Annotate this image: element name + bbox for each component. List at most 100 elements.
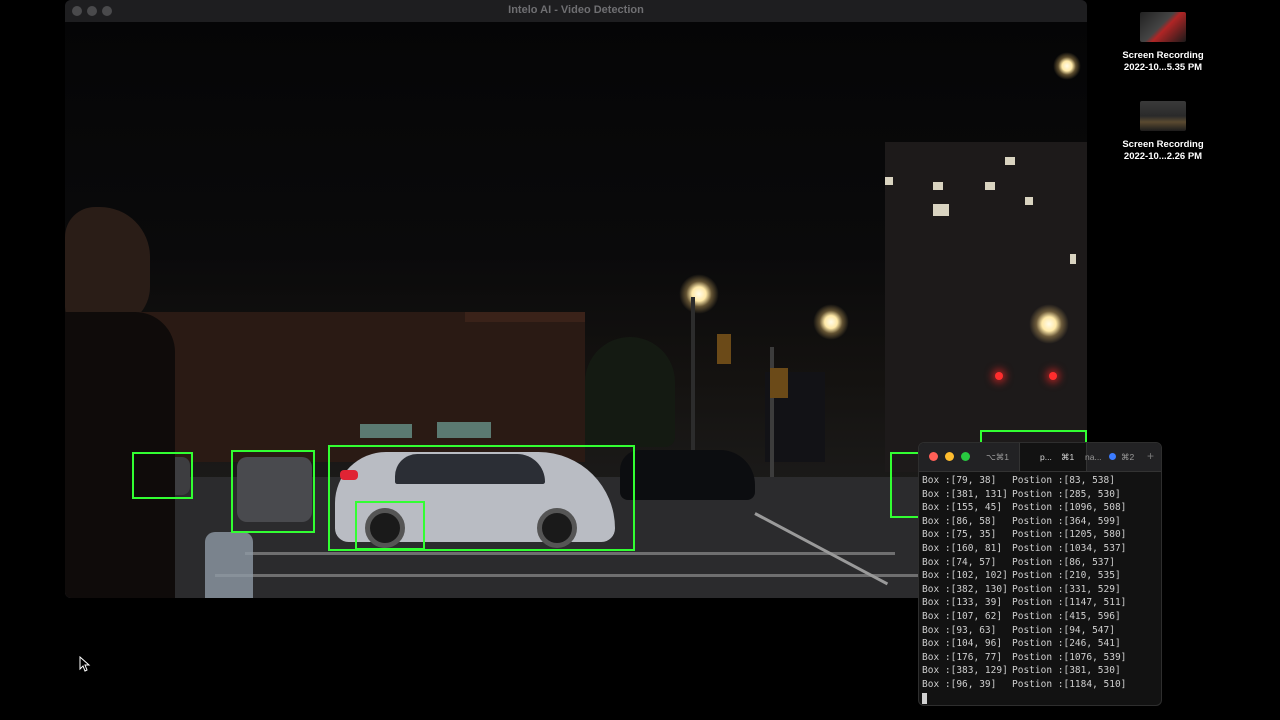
tab-activity-dot-icon — [1109, 453, 1116, 460]
position-value: Postion :[246, 541] — [1012, 638, 1121, 650]
desktop-file-screen-recording-2[interactable]: Screen Recording 2022-10...2.26 PM — [1113, 101, 1213, 163]
tab-shortcut: ⌘1 — [1061, 452, 1075, 462]
position-value: Postion :[83, 538] — [1012, 475, 1115, 486]
building-left-roof — [465, 312, 585, 322]
street-lamp — [813, 304, 849, 340]
box-value: Box :[107, 62] — [922, 610, 1003, 622]
box-value: Box :[96, 39] — [922, 678, 997, 690]
terminal-line: Box :[133, 39] Postion :[1147, 511] — [922, 596, 1126, 610]
terminal-cursor — [922, 692, 1126, 706]
terminal-line: Box :[75, 35] Postion :[1205, 580] — [922, 528, 1126, 542]
terminal-zoom-button[interactable] — [961, 452, 970, 461]
terminal-line: Box :[381, 131] Postion :[285, 530] — [922, 488, 1126, 502]
lit-window — [1005, 157, 1015, 165]
detection-box — [355, 501, 425, 550]
window-titlebar: Intelo AI - Video Detection — [65, 0, 1087, 23]
position-value: Postion :[364, 599] — [1012, 515, 1121, 527]
position-value: Postion :[1076, 539] — [1012, 651, 1127, 663]
traffic-light — [770, 368, 788, 398]
tab-shortcut: ⌥⌘1 — [986, 452, 1010, 462]
terminal-line: Box :[176, 77] Postion :[1076, 539] — [922, 651, 1126, 665]
terminal-line: Box :[93, 63] Postion :[94, 547] — [922, 624, 1126, 638]
position-value: Postion :[331, 529] — [1012, 583, 1121, 595]
tab-shortcut: ⌘2 — [1121, 452, 1135, 462]
terminal-line: Box :[160, 81] Postion :[1034, 537] — [922, 542, 1126, 556]
file-name-line1: Screen Recording — [1122, 50, 1204, 61]
tab-label: na... — [1085, 452, 1102, 462]
moon — [1053, 52, 1081, 80]
red-traffic-signal — [1049, 372, 1057, 380]
box-value: Box :[382, 130] — [922, 583, 1008, 595]
lamp-pole — [691, 297, 695, 457]
box-value: Box :[79, 38] — [922, 475, 997, 486]
crosswalk-line — [215, 574, 935, 577]
terminal-line: Box :[79, 38] Postion :[83, 538] — [922, 474, 1126, 488]
detection-box — [980, 430, 1087, 442]
terminal-line: Box :[155, 45] Postion :[1096, 508] — [922, 501, 1126, 515]
cursor-block — [922, 692, 927, 704]
street-lamp — [679, 274, 719, 314]
terminal-tab-2[interactable]: na... ⌘2 — [1085, 443, 1145, 471]
file-name-line2: 2022-10...5.35 PM — [1123, 62, 1203, 73]
terminal-close-button[interactable] — [929, 452, 938, 461]
lit-window — [933, 204, 949, 216]
detection-box — [231, 450, 315, 533]
box-value: Box :[381, 131] — [922, 488, 1008, 500]
crosswalk-line — [245, 552, 895, 555]
person-head — [65, 207, 150, 327]
terminal-output: Box :[79, 38] Postion :[83, 538] Box :[381… — [922, 474, 1126, 705]
tree — [585, 337, 675, 447]
dark-suv — [620, 450, 755, 500]
position-value: Postion :[86, 537] — [1012, 556, 1115, 568]
position-value: Postion :[1205, 580] — [1012, 529, 1127, 541]
position-value: Postion :[210, 535] — [1012, 570, 1121, 582]
traffic-light — [717, 334, 731, 364]
red-traffic-signal — [995, 372, 1003, 380]
box-value: Box :[74, 57] — [922, 556, 997, 568]
water-bottle — [205, 532, 253, 598]
box-value: Box :[383, 129] — [922, 665, 1008, 677]
position-value: Postion :[1184, 510] — [1012, 678, 1127, 690]
building-left — [125, 312, 585, 462]
position-value: Postion :[285, 530] — [1012, 488, 1121, 500]
terminal-minimize-button[interactable] — [945, 452, 954, 461]
terminal-tab-bar: ⌥⌘1 p... ⌘1 na... ⌘2 + — [919, 443, 1161, 472]
detection-box — [132, 452, 193, 499]
lit-window — [1070, 254, 1076, 264]
terminal-tab-active[interactable]: p... ⌘1 — [1019, 443, 1087, 471]
street-lamp — [1029, 304, 1069, 344]
lit-window — [985, 182, 995, 190]
position-value: Postion :[1034, 537] — [1012, 542, 1127, 554]
terminal-window: ⌥⌘1 p... ⌘1 na... ⌘2 + Box :[79, 38] Post… — [918, 442, 1162, 706]
lit-window — [360, 424, 412, 438]
terminal-line: Box :[104, 96] Postion :[246, 541] — [922, 637, 1126, 651]
terminal-line: Box :[96, 39] Postion :[1184, 510] — [922, 678, 1126, 692]
new-tab-button[interactable]: + — [1147, 449, 1154, 463]
window-title: Intelo AI - Video Detection — [508, 4, 644, 16]
video-thumbnail-icon — [1140, 101, 1186, 131]
box-value: Box :[176, 77] — [922, 651, 1003, 663]
terminal-line: Box :[382, 130] Postion :[331, 529] — [922, 583, 1126, 597]
position-value: Postion :[94, 547] — [1012, 624, 1115, 636]
box-value: Box :[155, 45] — [922, 502, 1003, 514]
box-value: Box :[86, 58] — [922, 515, 997, 527]
box-value: Box :[75, 35] — [922, 529, 997, 541]
terminal-line: Box :[102, 102] Postion :[210, 535] — [922, 569, 1126, 583]
terminal-line: Box :[107, 62] Postion :[415, 596] — [922, 610, 1126, 624]
lit-window — [933, 182, 943, 190]
position-value: Postion :[1096, 508] — [1012, 502, 1127, 514]
mouse-pointer-icon — [79, 656, 91, 672]
box-value: Box :[160, 81] — [922, 542, 1003, 554]
desktop-file-screen-recording-1[interactable]: Screen Recording 2022-10...5.35 PM — [1113, 12, 1213, 74]
lit-window — [1025, 197, 1033, 205]
tab-label: p... — [1040, 452, 1052, 462]
file-name-line1: Screen Recording — [1122, 139, 1204, 150]
video-thumbnail-icon — [1140, 12, 1186, 42]
terminal-line: Box :[86, 58] Postion :[364, 599] — [922, 515, 1126, 529]
box-value: Box :[102, 102] — [922, 570, 1008, 582]
lit-window — [885, 177, 893, 185]
terminal-line: Box :[74, 57] Postion :[86, 537] — [922, 556, 1126, 570]
box-value: Box :[104, 96] — [922, 638, 1003, 650]
file-name-line2: 2022-10...2.26 PM — [1123, 151, 1203, 162]
lit-window — [437, 422, 491, 438]
